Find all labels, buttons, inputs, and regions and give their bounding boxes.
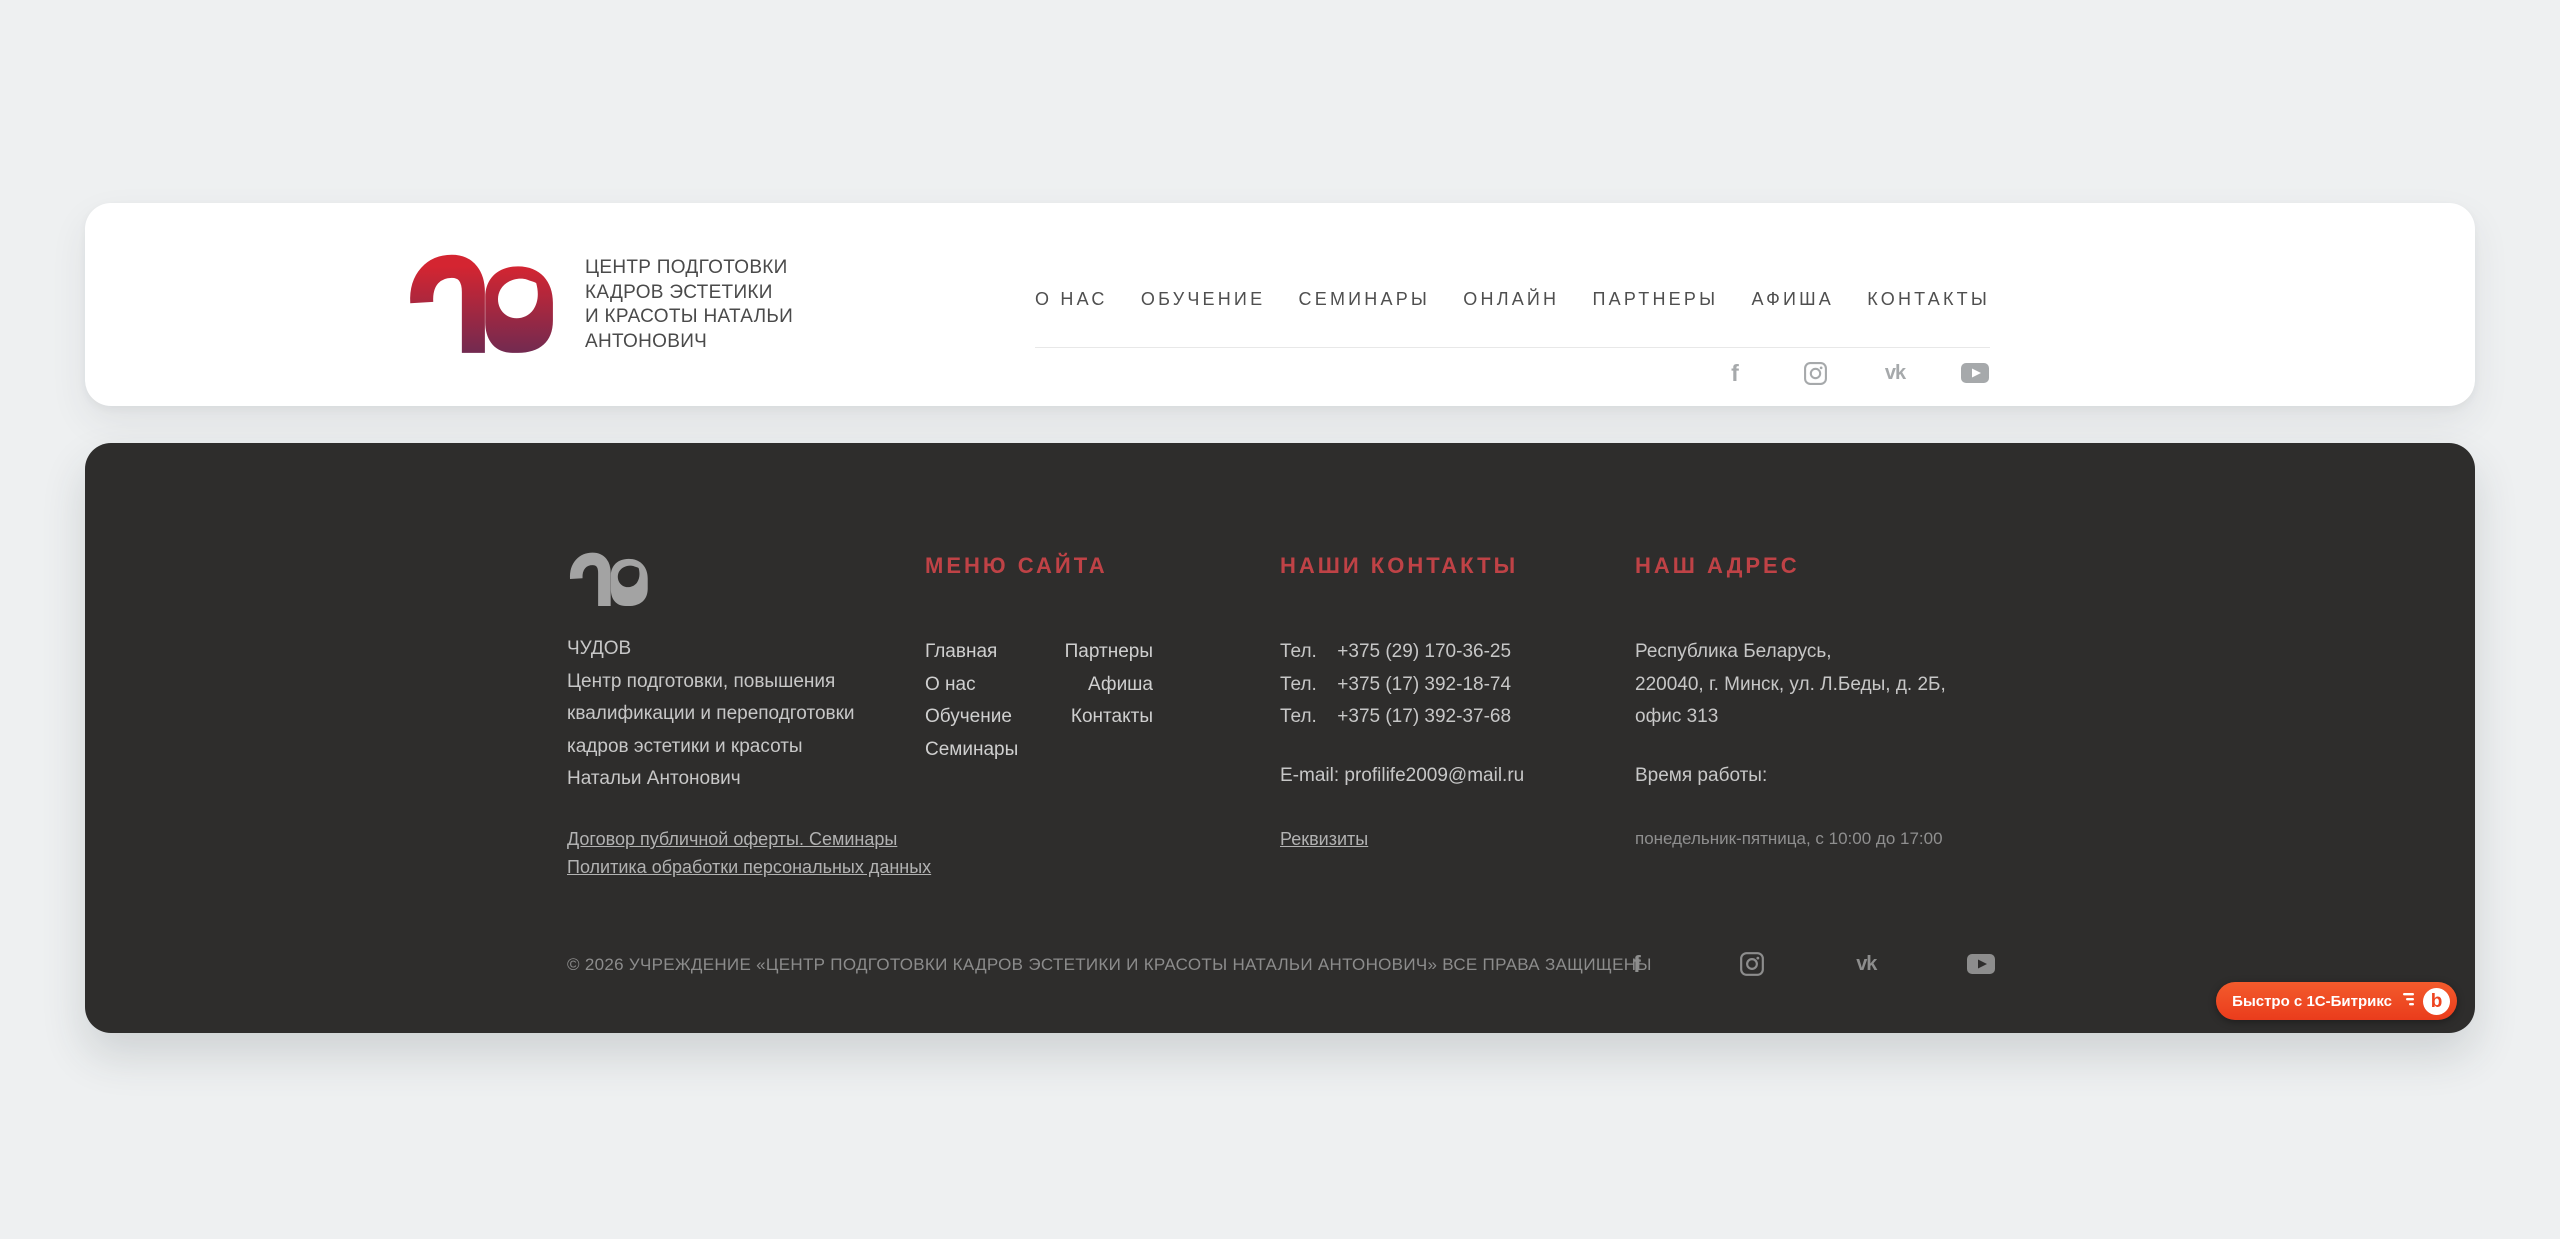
phone-label: Тел. <box>1280 669 1332 702</box>
instagram-icon[interactable] <box>1800 358 1830 388</box>
nav-item-about[interactable]: О НАС <box>1035 289 1108 310</box>
org-short-name: ЧУДОВ <box>567 633 855 666</box>
nav-item-education[interactable]: ОБУЧЕНИЕ <box>1141 289 1265 310</box>
vk-icon[interactable]: vk <box>1851 949 1881 979</box>
menu-title: МЕНЮ САЙТА <box>925 553 1153 579</box>
nav-item-online[interactable]: ОНЛАЙН <box>1463 289 1559 310</box>
footer-menu: Главная Партнеры О нас Афиша Обучение Ко… <box>925 636 1153 766</box>
phone-number: +375 (17) 392-37-68 <box>1337 706 1511 727</box>
address-line: 220040, г. Минск, ул. Л.Беды, д. 2Б, <box>1635 669 1946 702</box>
youtube-icon[interactable] <box>1966 949 1996 979</box>
footer-logo-icon <box>567 549 649 611</box>
phone-row: Тел. +375 (17) 392-18-74 <box>1280 669 1524 702</box>
nav-item-partners[interactable]: ПАРТНЕРЫ <box>1593 289 1719 310</box>
hours-label: Время работы: <box>1635 760 1946 793</box>
footer-about: ЧУДОВ Центр подготовки, повышения квалиф… <box>567 633 855 796</box>
phone-number: +375 (17) 392-18-74 <box>1337 674 1511 695</box>
address-lines: Республика Беларусь, 220040, г. Минск, у… <box>1635 636 1946 734</box>
footer-social-row: f vk <box>1622 949 1996 979</box>
brand-line: КАДРОВ ЭСТЕТИКИ <box>585 281 793 306</box>
footer-menu-seminars[interactable]: Семинары <box>925 734 1057 767</box>
footer-menu-education[interactable]: Обучение <box>925 701 1057 734</box>
contacts-title: НАШИ КОНТАКТЫ <box>1280 553 1524 579</box>
header-social-row: f vk <box>1720 358 1990 388</box>
youtube-icon[interactable] <box>1960 358 1990 388</box>
bitrix-badge[interactable]: Быстро с 1С-Битрикс b <box>2216 982 2457 1020</box>
copyright-text: © 2026 УЧРЕЖДЕНИЕ «ЦЕНТР ПОДГОТОВКИ КАДР… <box>567 955 1652 975</box>
org-desc-line: Центр подготовки, повышения <box>567 666 855 699</box>
header-card: ЦЕНТР ПОДГОТОВКИ КАДРОВ ЭСТЕТИКИ И КРАСО… <box>85 203 2475 406</box>
footer-legal-links: Договор публичной оферты. Семинары Полит… <box>567 825 931 881</box>
org-desc-line: квалификации и переподготовки <box>567 698 855 731</box>
instagram-icon[interactable] <box>1737 949 1767 979</box>
phone-row: Тел. +375 (17) 392-37-68 <box>1280 701 1524 734</box>
nav-divider <box>1035 347 1990 348</box>
logo-mark-icon <box>405 340 555 357</box>
privacy-link[interactable]: Политика обработки персональных данных <box>567 853 931 881</box>
bitrix-logo-icon: b <box>2423 988 2450 1015</box>
facebook-icon[interactable]: f <box>1622 949 1652 979</box>
address-line: офис 313 <box>1635 701 1946 734</box>
email-line: E-mail: profilife2009@mail.ru <box>1280 760 1524 793</box>
bitrix-badge-label: Быстро с 1С-Битрикс <box>2232 993 2392 1010</box>
footer-menu-partners[interactable]: Партнеры <box>1057 636 1153 669</box>
phone-list: Тел. +375 (29) 170-36-25 Тел. +375 (17) … <box>1280 636 1524 734</box>
requisites-link[interactable]: Реквизиты <box>1280 829 1368 849</box>
phone-number: +375 (29) 170-36-25 <box>1337 641 1511 662</box>
vk-icon[interactable]: vk <box>1880 358 1910 388</box>
footer-menu-afisha[interactable]: Афиша <box>1057 669 1153 702</box>
footer-address-column: НАШ АДРЕС Республика Беларусь, 220040, г… <box>1635 553 1946 851</box>
nav-item-afisha[interactable]: АФИША <box>1751 289 1834 310</box>
brand-line: ЦЕНТР ПОДГОТОВКИ <box>585 256 793 281</box>
offer-link[interactable]: Договор публичной оферты. Семинары <box>567 825 931 853</box>
org-desc-line: Натальи Антонович <box>567 763 855 796</box>
brand-text: ЦЕНТР ПОДГОТОВКИ КАДРОВ ЭСТЕТИКИ И КРАСО… <box>585 256 793 354</box>
phone-label: Тел. <box>1280 636 1332 669</box>
brand-line: АНТОНОВИЧ <box>585 330 793 355</box>
speed-lines-icon <box>2401 991 2414 1012</box>
facebook-icon[interactable]: f <box>1720 358 1750 388</box>
footer-card: ЧУДОВ Центр подготовки, повышения квалиф… <box>85 443 2475 1033</box>
nav-item-contacts[interactable]: КОНТАКТЫ <box>1867 289 1990 310</box>
phone-row: Тел. +375 (29) 170-36-25 <box>1280 636 1524 669</box>
site-logo[interactable] <box>405 248 555 358</box>
phone-label: Тел. <box>1280 701 1332 734</box>
hours-value: понедельник-пятница, с 10:00 до 17:00 <box>1635 827 1946 851</box>
footer-menu-column: МЕНЮ САЙТА Главная Партнеры О нас Афиша … <box>925 553 1153 766</box>
footer-menu-about[interactable]: О нас <box>925 669 1057 702</box>
nav-item-seminars[interactable]: СЕМИНАРЫ <box>1299 289 1430 310</box>
footer-menu-contacts[interactable]: Контакты <box>1057 701 1153 734</box>
address-line: Республика Беларусь, <box>1635 636 1946 669</box>
brand-line: И КРАСОТЫ НАТАЛЬИ <box>585 305 793 330</box>
address-title: НАШ АДРЕС <box>1635 553 1946 579</box>
footer-contacts-column: НАШИ КОНТАКТЫ Тел. +375 (29) 170-36-25 Т… <box>1280 553 1524 853</box>
footer-menu-home[interactable]: Главная <box>925 636 1057 669</box>
org-desc-line: кадров эстетики и красоты <box>567 731 855 764</box>
main-nav: О НАС ОБУЧЕНИЕ СЕМИНАРЫ ОНЛАЙН ПАРТНЕРЫ … <box>1035 289 1990 310</box>
